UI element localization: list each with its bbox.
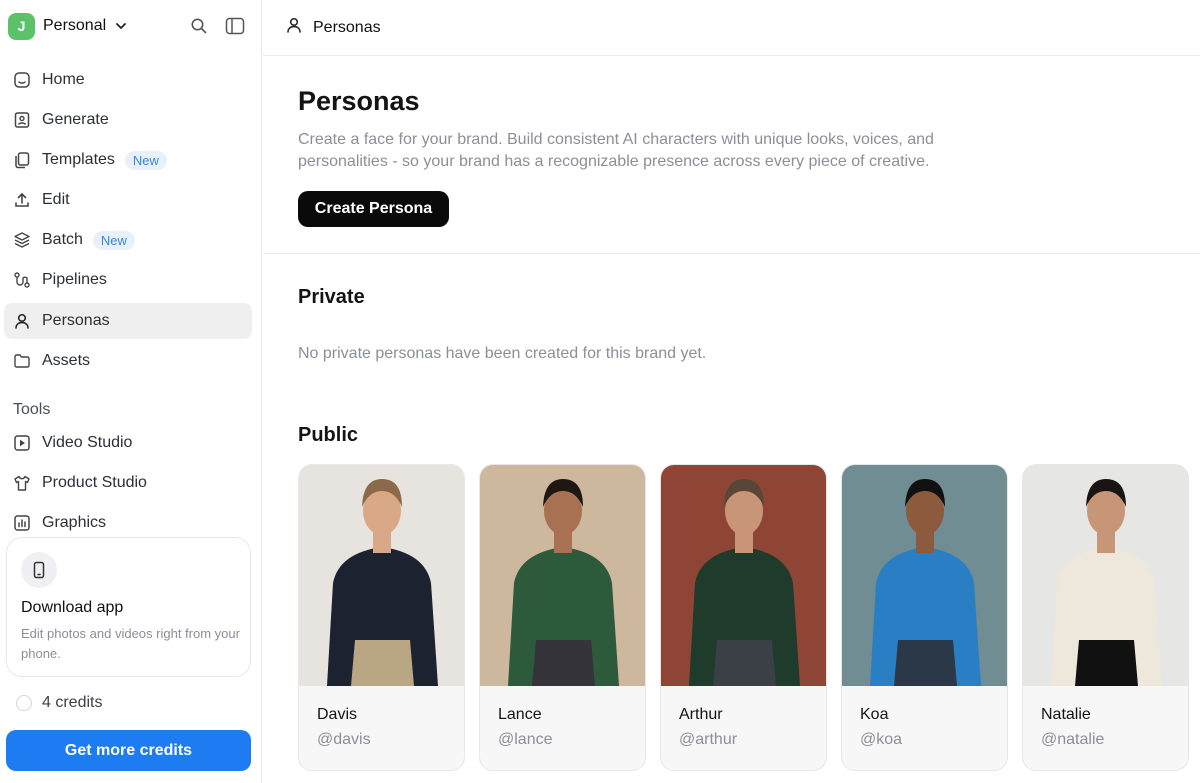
- chart-icon: [12, 513, 32, 533]
- sidebar-item-assets[interactable]: Assets: [4, 343, 252, 379]
- persona-handle: @natalie: [1041, 731, 1105, 748]
- sidebar-item-label: Product Studio: [42, 474, 147, 491]
- sidebar-item-product-studio[interactable]: Product Studio: [4, 465, 252, 501]
- sidebar-item-label: Personas: [42, 312, 110, 329]
- download-app-title: Download app: [21, 599, 124, 616]
- persona-card-lance[interactable]: Lance @lance: [479, 464, 646, 771]
- sidebar-item-graphics[interactable]: Graphics: [4, 505, 252, 541]
- sidebar-item-personas[interactable]: Personas: [4, 303, 252, 339]
- sidebar-item-label: Pipelines: [42, 271, 107, 288]
- shirt-icon: [12, 473, 32, 493]
- workspace-switcher[interactable]: J Personal: [8, 12, 128, 40]
- persona-photo: [480, 465, 645, 686]
- chevron-down-icon: [114, 19, 128, 33]
- persona-name: Arthur: [679, 706, 723, 723]
- sidebar-toggle-icon[interactable]: [224, 15, 246, 37]
- persona-name: Natalie: [1041, 706, 1091, 723]
- public-section-title: Public: [298, 424, 359, 446]
- get-more-credits-button[interactable]: Get more credits: [6, 730, 251, 771]
- credits-count: 4 credits: [42, 694, 103, 711]
- sidebar-item-edit[interactable]: Edit: [4, 182, 252, 218]
- user-icon: [285, 16, 303, 39]
- download-app-card[interactable]: Download app Edit photos and videos righ…: [6, 537, 251, 677]
- sidebar-item-batch[interactable]: Batch New: [4, 222, 252, 258]
- sidebar-item-label: Generate: [42, 111, 109, 128]
- credits-ring-icon: [16, 695, 32, 711]
- breadcrumb: Personas: [263, 0, 1200, 56]
- persona-name: Lance: [498, 706, 542, 723]
- page-description: Create a face for your brand. Build cons…: [298, 131, 934, 170]
- persona-handle: @davis: [317, 731, 371, 748]
- new-badge: New: [124, 150, 167, 170]
- personas-header: Personas Create a face for your brand. B…: [263, 56, 1200, 254]
- persona-card-body: Koa @koa: [842, 465, 1007, 770]
- upload-icon: [12, 190, 32, 210]
- persona-card-body: Natalie @natalie: [1023, 465, 1188, 770]
- sidebar-item-label: Assets: [42, 352, 91, 369]
- persona-photo: [842, 465, 1007, 686]
- persona-name: Koa: [860, 706, 889, 723]
- pipeline-icon: [12, 270, 32, 290]
- public-personas-list: Davis @davis Lance @lance Arthur @arthur Koa @k…: [298, 464, 1189, 771]
- page-title: Personas: [298, 86, 420, 116]
- persona-name: Davis: [317, 706, 358, 723]
- persona-handle: @koa: [860, 731, 903, 748]
- image-icon: [12, 110, 32, 130]
- private-empty-state: No private personas have been created fo…: [298, 345, 707, 362]
- phone-icon: [21, 552, 57, 588]
- download-app-description: Edit photos and videos right from your p…: [21, 626, 240, 661]
- user-icon: [12, 311, 32, 331]
- persona-card-body: Arthur @arthur: [661, 465, 826, 770]
- persona-card-arthur[interactable]: Arthur @arthur: [660, 464, 827, 771]
- create-persona-button[interactable]: Create Persona: [298, 191, 449, 227]
- layers-icon: [12, 230, 32, 250]
- new-badge: New: [92, 230, 135, 250]
- persona-handle: @lance: [498, 731, 553, 748]
- sidebar-item-label: Edit: [42, 191, 70, 208]
- sidebar-item-home[interactable]: Home: [4, 62, 252, 98]
- persona-card-davis[interactable]: Davis @davis: [298, 464, 465, 771]
- workspace-name: Personal: [43, 17, 107, 34]
- persona-card-koa[interactable]: Koa @koa: [841, 464, 1008, 771]
- sidebar-item-label: Templates: [42, 151, 115, 168]
- tools-section-label: Tools: [13, 401, 51, 418]
- credits-indicator: 4 credits: [16, 694, 102, 712]
- sidebar-item-label: Home: [42, 71, 85, 88]
- sidebar-item-label: Batch: [42, 231, 83, 248]
- sidebar-item-generate[interactable]: Generate: [4, 102, 252, 138]
- search-icon[interactable]: [188, 15, 210, 37]
- persona-card-body: Davis @davis: [299, 465, 464, 770]
- folder-icon: [12, 351, 32, 371]
- sidebar-item-pipelines[interactable]: Pipelines: [4, 262, 252, 298]
- home-icon: [12, 70, 32, 90]
- persona-handle: @arthur: [679, 731, 738, 748]
- persona-photo: [1023, 465, 1188, 686]
- sidebar-item-label: Graphics: [42, 514, 107, 531]
- private-section-title: Private: [298, 286, 365, 308]
- persona-photo: [299, 465, 464, 686]
- workspace-avatar: J: [8, 12, 35, 40]
- sidebar-item-label: Video Studio: [42, 434, 133, 451]
- copy-icon: [12, 150, 32, 170]
- sidebar: J Personal Home Generate Templates New E…: [0, 0, 262, 783]
- sidebar-item-video-studio[interactable]: Video Studio: [4, 425, 252, 461]
- persona-card-body: Lance @lance: [480, 465, 645, 770]
- persona-photo: [661, 465, 826, 686]
- breadcrumb-label: Personas: [313, 18, 381, 36]
- play-icon: [12, 433, 32, 453]
- sidebar-item-templates[interactable]: Templates New: [4, 142, 252, 178]
- persona-card-natalie[interactable]: Natalie @natalie: [1022, 464, 1189, 771]
